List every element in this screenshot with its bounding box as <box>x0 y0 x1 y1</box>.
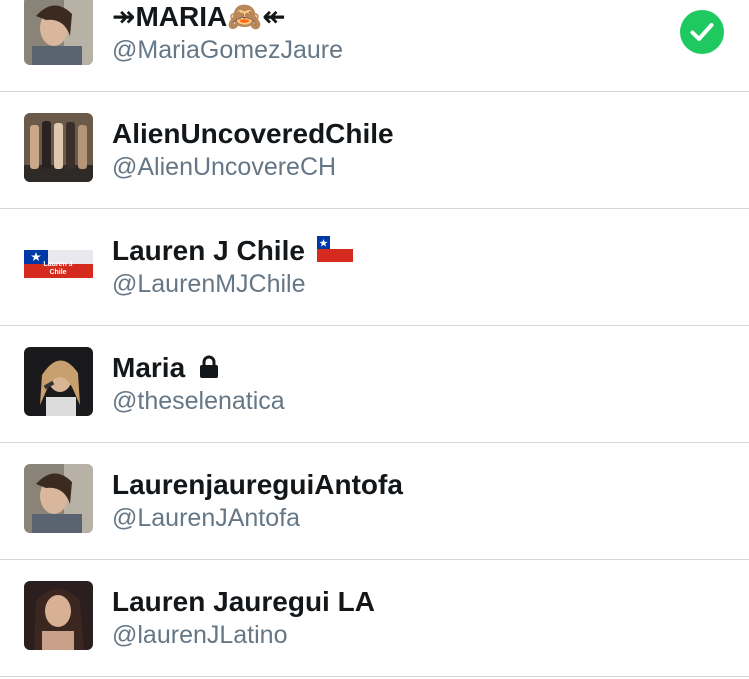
avatar-text-line-1: Lauren J <box>43 261 72 268</box>
account-list: ↠MARIA🙈↞ @MariaGomezJaure AlienUncovered… <box>0 0 749 677</box>
avatar <box>24 464 93 533</box>
avatar <box>24 581 93 650</box>
avatar <box>24 347 93 416</box>
avatar <box>24 113 93 182</box>
account-name: Lauren Jauregui LA <box>112 586 375 617</box>
account-handle: @theselenatica <box>112 387 285 415</box>
account-row-lauren-latino[interactable]: Lauren Jauregui LA @laurenJLatino <box>0 560 749 677</box>
avatar: Lauren J Chile <box>24 230 93 299</box>
account-row-lauren-antofa[interactable]: LaurenjaureguiAntofa @LaurenJAntofa <box>0 443 749 560</box>
account-row-alien-uncovered[interactable]: AlienUncoveredChile @AlienUncovereCH <box>0 92 749 209</box>
avatar <box>24 0 93 65</box>
account-row-maria-gomez[interactable]: ↠MARIA🙈↞ @MariaGomezJaure <box>0 0 749 92</box>
lock-icon <box>199 353 219 387</box>
check-circle-icon <box>680 10 724 54</box>
account-name: Lauren J Chile <box>112 234 353 270</box>
account-handle: @LaurenMJChile <box>112 270 306 298</box>
account-name-text: Maria <box>112 352 186 383</box>
account-handle: @laurenJLatino <box>112 621 288 649</box>
chile-flag-icon <box>316 235 353 270</box>
account-handle: @MariaGomezJaure <box>112 36 344 64</box>
avatar-text-line-2: Chile <box>49 269 66 276</box>
account-handle: @AlienUncovereCH <box>112 153 337 181</box>
account-handle: @LaurenJAntofa <box>112 504 301 532</box>
account-name: LaurenjaureguiAntofa <box>112 469 403 500</box>
account-name-text: Lauren J Chile <box>112 235 305 266</box>
account-name: ↠MARIA🙈↞ <box>112 1 286 32</box>
account-name: AlienUncoveredChile <box>112 118 394 149</box>
account-name: Maria <box>112 351 219 387</box>
account-row-lauren-chile[interactable]: Lauren J Chile Lauren J Chile @LaurenMJC… <box>0 209 749 326</box>
account-row-maria-theselenatica[interactable]: Maria @theselenatica <box>0 326 749 443</box>
